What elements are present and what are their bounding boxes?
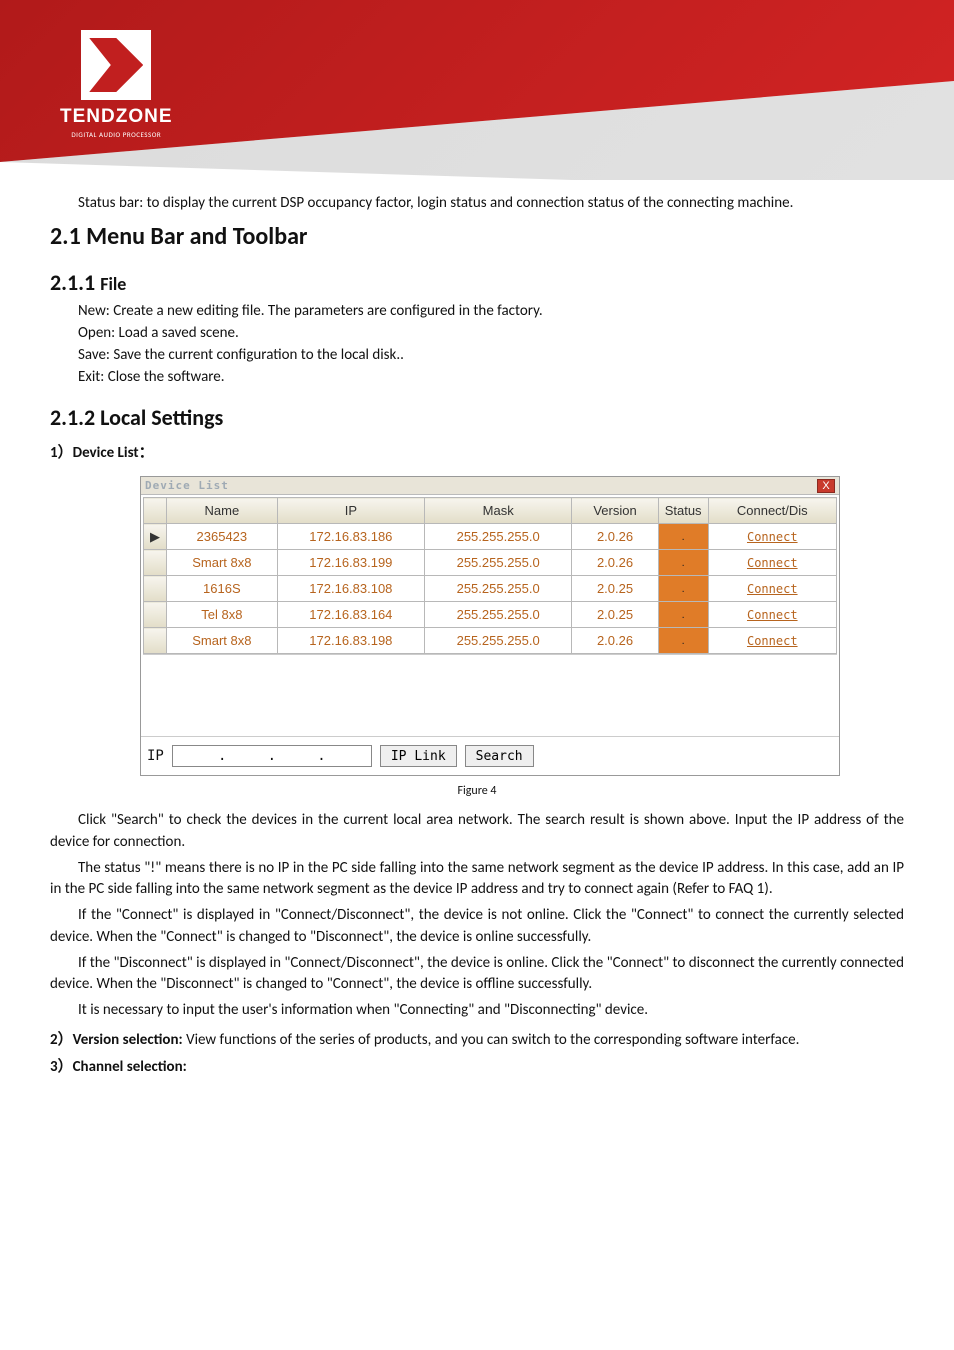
ip-input[interactable]: . . . xyxy=(172,745,372,767)
table-row[interactable]: Smart 8x8172.16.83.199255.255.255.02.0.2… xyxy=(144,550,837,576)
header-banner: TENDZONE DIGITAL AUDIO PROCESSOR xyxy=(0,0,954,180)
file-save: Save: Save the current configuration to … xyxy=(50,346,904,364)
close-icon[interactable]: X xyxy=(817,479,835,493)
connect-link[interactable]: Connect xyxy=(747,608,798,622)
row-selector[interactable]: ▶ xyxy=(144,524,167,550)
ip-label: IP xyxy=(147,748,164,764)
cell-mask[interactable]: 255.255.255.0 xyxy=(425,628,572,654)
cell-ip[interactable]: 172.16.83.199 xyxy=(277,550,424,576)
col-status[interactable]: Status xyxy=(658,498,708,524)
file-exit: Exit: Close the software. xyxy=(50,368,904,386)
cell-ip[interactable]: 172.16.83.108 xyxy=(277,576,424,602)
logo-text: TENDZONE xyxy=(60,106,173,128)
row-selector[interactable] xyxy=(144,628,167,654)
dialog-titlebar: Device List X xyxy=(141,477,839,495)
cell-name[interactable]: Smart 8x8 xyxy=(167,628,278,654)
heading-file-num: 2.1.1 xyxy=(50,269,100,296)
item-1-label: Device List： xyxy=(73,444,154,462)
para-connect: If the "Connect" is displayed in "Connec… xyxy=(50,905,904,949)
item-2-text: View functions of the series of products… xyxy=(186,1031,799,1049)
connect-link[interactable]: Connect xyxy=(747,556,798,570)
table-row[interactable]: Tel 8x8172.16.83.164255.255.255.02.0.25.… xyxy=(144,602,837,628)
device-list-dialog: Device List X Name IP Mask Version Statu… xyxy=(140,476,840,776)
item-1-device-list: 1）Device List： xyxy=(50,441,904,462)
search-button[interactable]: Search xyxy=(465,745,534,767)
ip-link-button[interactable]: IP Link xyxy=(380,745,457,767)
cell-status[interactable]: . xyxy=(658,602,708,628)
cell-status[interactable]: . xyxy=(658,576,708,602)
table-row[interactable]: ▶2365423172.16.83.186255.255.255.02.0.26… xyxy=(144,524,837,550)
status-bar-desc: Status bar: to display the current DSP o… xyxy=(50,194,904,212)
col-ip[interactable]: IP xyxy=(277,498,424,524)
row-selector[interactable] xyxy=(144,576,167,602)
cell-connect[interactable]: Connect xyxy=(708,628,836,654)
header-row: Name IP Mask Version Status Connect/Dis xyxy=(144,498,837,524)
logo-subtext: DIGITAL AUDIO PROCESSOR xyxy=(60,130,173,139)
col-mask[interactable]: Mask xyxy=(425,498,572,524)
item-3-label: Channel selection: xyxy=(73,1058,187,1076)
cell-mask[interactable]: 255.255.255.0 xyxy=(425,576,572,602)
logo: TENDZONE DIGITAL AUDIO PROCESSOR xyxy=(60,30,173,139)
row-selector[interactable] xyxy=(144,550,167,576)
para-status-bang: The status "!" means there is no IP in t… xyxy=(50,858,904,902)
cell-version[interactable]: 2.0.25 xyxy=(572,576,658,602)
item-2-version-selection: 2）Version selection: View functions of t… xyxy=(50,1028,904,1049)
item-3-prefix: 3） xyxy=(50,1058,73,1076)
cell-version[interactable]: 2.0.25 xyxy=(572,602,658,628)
connect-link[interactable]: Connect xyxy=(747,634,798,648)
empty-space xyxy=(143,654,837,734)
cell-ip[interactable]: 172.16.83.198 xyxy=(277,628,424,654)
item-2-label: Version selection: xyxy=(73,1031,186,1049)
cell-status[interactable]: . xyxy=(658,550,708,576)
item-3-channel-selection: 3）Channel selection: xyxy=(50,1055,904,1076)
row-selector[interactable] xyxy=(144,602,167,628)
col-name[interactable]: Name xyxy=(167,498,278,524)
col-selector xyxy=(144,498,167,524)
cell-name[interactable]: Tel 8x8 xyxy=(167,602,278,628)
para-disconnect: If the "Disconnect" is displayed in "Con… xyxy=(50,953,904,997)
cell-version[interactable]: 2.0.26 xyxy=(572,550,658,576)
cell-connect[interactable]: Connect xyxy=(708,602,836,628)
heading-menu-toolbar: 2.1 Menu Bar and Toolbar xyxy=(50,222,904,251)
logo-mark-icon xyxy=(81,30,151,100)
heading-local-settings: 2.1.2 Local Settings xyxy=(50,404,904,431)
cell-name[interactable]: 2365423 xyxy=(167,524,278,550)
connect-link[interactable]: Connect xyxy=(747,530,798,544)
cell-mask[interactable]: 255.255.255.0 xyxy=(425,550,572,576)
connect-link[interactable]: Connect xyxy=(747,582,798,596)
cell-mask[interactable]: 255.255.255.0 xyxy=(425,524,572,550)
table-row[interactable]: 1616S172.16.83.108255.255.255.02.0.25. Co… xyxy=(144,576,837,602)
heading-file: 2.1.1 File xyxy=(50,269,904,296)
cell-connect[interactable]: Connect xyxy=(708,524,836,550)
cell-ip[interactable]: 172.16.83.164 xyxy=(277,602,424,628)
cell-name[interactable]: 1616S xyxy=(167,576,278,602)
cell-connect[interactable]: Connect xyxy=(708,576,836,602)
figure-caption: Figure 4 xyxy=(50,784,904,798)
cell-version[interactable]: 2.0.26 xyxy=(572,628,658,654)
table-row[interactable]: Smart 8x8172.16.83.198255.255.255.02.0.2… xyxy=(144,628,837,654)
para-userinfo: It is necessary to input the user's info… xyxy=(50,1000,904,1022)
file-open: Open: Load a saved scene. xyxy=(50,324,904,342)
cell-name[interactable]: Smart 8x8 xyxy=(167,550,278,576)
para-search: Click "Search" to check the devices in t… xyxy=(50,810,904,854)
item-2-prefix: 2） xyxy=(50,1031,73,1049)
cell-ip[interactable]: 172.16.83.186 xyxy=(277,524,424,550)
col-version[interactable]: Version xyxy=(572,498,658,524)
cell-connect[interactable]: Connect xyxy=(708,550,836,576)
col-connect[interactable]: Connect/Dis xyxy=(708,498,836,524)
cell-status[interactable]: . xyxy=(658,524,708,550)
dialog-title: Device List xyxy=(145,479,229,492)
cell-mask[interactable]: 255.255.255.0 xyxy=(425,602,572,628)
cell-version[interactable]: 2.0.26 xyxy=(572,524,658,550)
dialog-bottom-bar: IP . . . IP Link Search xyxy=(141,736,839,775)
file-new: New: Create a new editing file. The para… xyxy=(50,302,904,320)
item-1-prefix: 1） xyxy=(50,444,73,462)
device-table: Name IP Mask Version Status Connect/Dis … xyxy=(143,497,837,654)
cell-status[interactable]: . xyxy=(658,628,708,654)
heading-file-text: File xyxy=(100,273,126,295)
device-grid: Name IP Mask Version Status Connect/Dis … xyxy=(141,495,839,736)
